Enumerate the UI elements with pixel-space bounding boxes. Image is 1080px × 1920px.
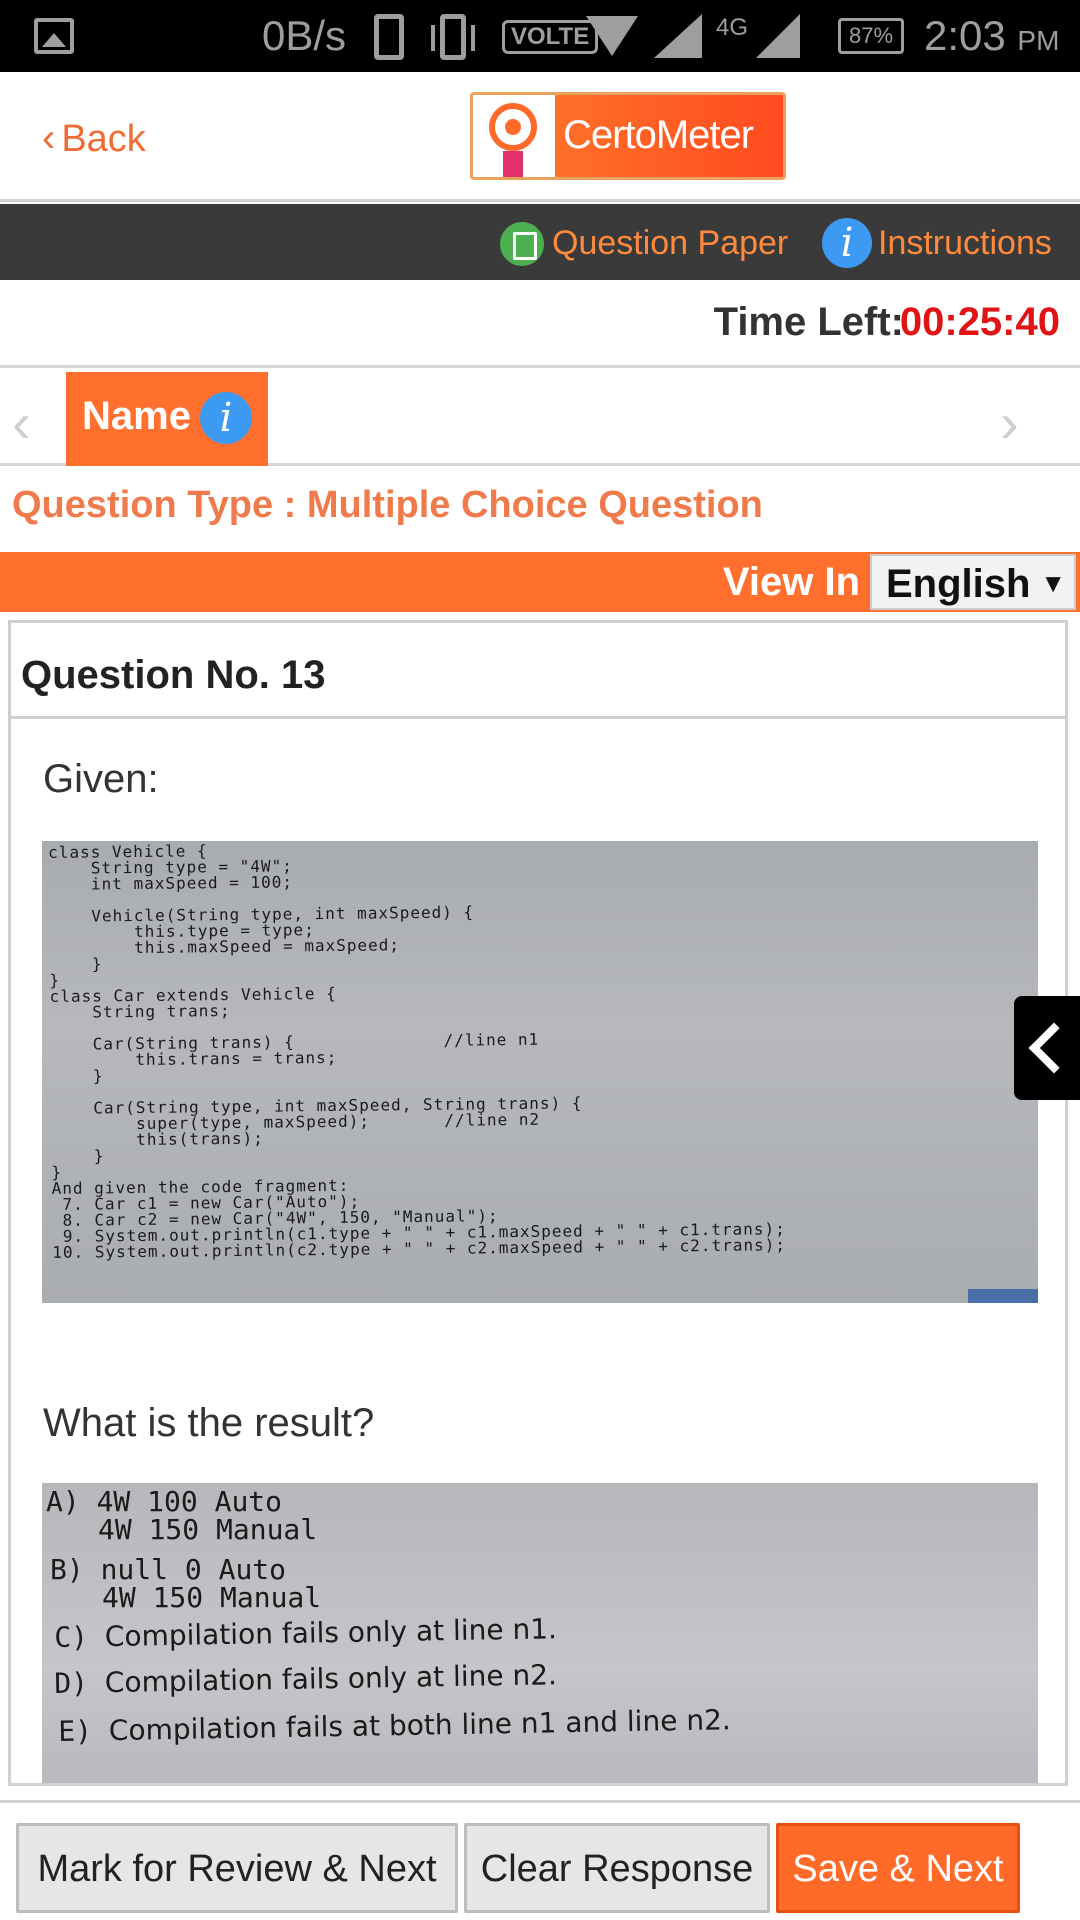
code-text: class Vehicle { String type = "4W"; int … bbox=[48, 841, 787, 1262]
view-in-label: View In bbox=[722, 560, 860, 604]
tab-name[interactable]: Name i bbox=[66, 372, 268, 466]
question-panel: Question No. 13 Given: class Vehicle { S… bbox=[8, 620, 1068, 1786]
volte-badge: VOLTE bbox=[502, 20, 599, 54]
chevron-left-icon[interactable]: ‹ bbox=[12, 390, 31, 455]
option-a-line2: 4W 150 Manual bbox=[98, 1513, 318, 1546]
wifi-icon bbox=[586, 16, 638, 56]
battery-icon: 87% bbox=[838, 18, 904, 54]
phone-icon bbox=[374, 14, 404, 60]
option-d: D) Compilation fails only at line n2. bbox=[54, 1658, 558, 1700]
back-label: Back bbox=[61, 118, 146, 160]
info-icon[interactable]: i bbox=[822, 218, 872, 268]
dropdown-arrow-icon: ▼ bbox=[1040, 568, 1066, 598]
signal-icon bbox=[654, 14, 702, 58]
timer-bar: Time Left: 00:25:40 bbox=[0, 282, 1080, 368]
question-type: Question Type : Multiple Choice Question bbox=[12, 484, 763, 526]
image-corner-tab bbox=[968, 1289, 1038, 1303]
section-tab-label: Name bbox=[82, 394, 191, 438]
chevron-right-icon[interactable]: › bbox=[1000, 390, 1019, 455]
chevron-left-icon: ‹ bbox=[42, 116, 56, 160]
target-icon bbox=[489, 103, 537, 151]
network-type: 4G bbox=[716, 14, 749, 41]
given-label: Given: bbox=[43, 757, 159, 801]
app-header: ‹ Back CertoMeter bbox=[0, 72, 1080, 202]
network-speed: 0B/s bbox=[262, 12, 347, 59]
question-paper-link[interactable]: Question Paper bbox=[552, 224, 788, 263]
exam-toolbar: Question Paper i Instructions bbox=[0, 204, 1080, 280]
logo-emblem bbox=[473, 95, 555, 177]
options-image: A) 4W 100 Auto 4W 150 Manual B) null 0 A… bbox=[42, 1483, 1038, 1783]
save-next-button[interactable]: Save & Next bbox=[776, 1823, 1020, 1913]
question-number-header: Question No. 13 bbox=[11, 623, 1065, 719]
ribbon-icon bbox=[503, 151, 523, 177]
back-button[interactable]: ‹ Back bbox=[42, 116, 146, 161]
option-c: C) Compilation fails only at line n1. bbox=[54, 1612, 558, 1654]
brand-name: CertoMeter bbox=[563, 113, 754, 157]
language-select[interactable]: English ▼ bbox=[870, 554, 1076, 610]
info-icon[interactable]: i bbox=[200, 392, 252, 444]
question-paper-icon[interactable] bbox=[500, 222, 544, 266]
action-bar: Mark for Review & Next Clear Response Sa… bbox=[0, 1800, 1080, 1920]
language-value: English bbox=[886, 562, 1031, 606]
code-image: class Vehicle { String type = "4W"; int … bbox=[42, 841, 1038, 1303]
option-e: E) Compilation fails at both line n1 and… bbox=[58, 1703, 732, 1748]
view-in-bar: View In English ▼ bbox=[0, 552, 1080, 612]
instructions-link[interactable]: Instructions bbox=[878, 224, 1052, 263]
vibrate-icon bbox=[431, 14, 475, 60]
clock: 2:03 PM bbox=[924, 12, 1060, 59]
status-bar: 0B/s VOLTE 4G 87% 2:03 PM bbox=[0, 0, 1080, 72]
mark-for-review-button[interactable]: Mark for Review & Next bbox=[16, 1823, 458, 1913]
gallery-icon bbox=[34, 18, 74, 54]
question-prompt: What is the result? bbox=[43, 1401, 375, 1445]
time-left-label: Time Left: bbox=[713, 300, 904, 344]
option-b-line2: 4W 150 Manual bbox=[102, 1581, 322, 1614]
signal-icon-2 bbox=[756, 14, 800, 58]
section-tabs: ‹ Name i › bbox=[0, 372, 1080, 466]
time-left-value: 00:25:40 bbox=[899, 300, 1060, 344]
brand-logo: CertoMeter bbox=[470, 92, 786, 180]
side-panel-toggle[interactable] bbox=[1014, 996, 1080, 1100]
question-number: Question No. 13 bbox=[21, 653, 326, 697]
clear-response-button[interactable]: Clear Response bbox=[464, 1823, 770, 1913]
